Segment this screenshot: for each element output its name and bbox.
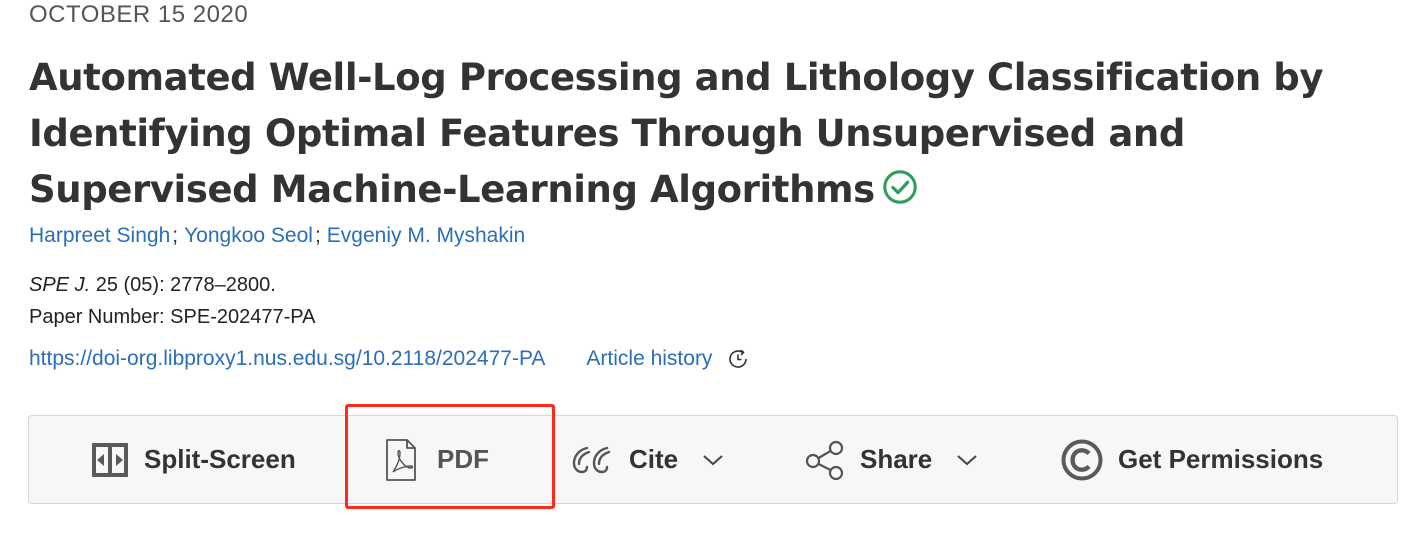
article-title: Automated Well-Log Processing and Lithol… bbox=[29, 50, 1359, 218]
journal-details: 25 (05): 2778–2800. bbox=[90, 274, 276, 296]
pdf-label: PDF bbox=[437, 444, 489, 474]
split-screen-button[interactable]: Split-Screen bbox=[90, 416, 296, 503]
share-button[interactable]: Share bbox=[804, 416, 978, 503]
split-screen-icon bbox=[92, 442, 128, 477]
author-separator: ; bbox=[314, 224, 321, 247]
journal-reference: SPE J. 25 (05): 2778–2800. bbox=[29, 269, 315, 301]
publication-date: OCTOBER 15 2020 bbox=[29, 1, 249, 28]
article-history-label: Article history bbox=[586, 347, 713, 370]
author-link[interactable]: Evgeniy M. Myshakin bbox=[327, 224, 525, 247]
share-icon bbox=[805, 440, 844, 480]
article-links: https://doi-org.libproxy1.nus.edu.sg/10.… bbox=[29, 347, 750, 371]
copyright-icon bbox=[1061, 439, 1103, 480]
article-toolbar: Split-Screen PDF Cite Share Get Permissi… bbox=[28, 415, 1398, 504]
author-separator: ; bbox=[172, 224, 179, 247]
pdf-file-icon bbox=[386, 438, 416, 481]
chevron-down-icon bbox=[703, 454, 723, 465]
paper-number: Paper Number: SPE-202477-PA bbox=[29, 306, 316, 328]
citation-info: SPE J. 25 (05): 2778–2800. Paper Number:… bbox=[29, 269, 315, 333]
share-label: Share bbox=[860, 444, 933, 474]
article-history-link[interactable]: Article history bbox=[586, 347, 750, 371]
cite-label: Cite bbox=[629, 444, 679, 474]
chevron-down-icon bbox=[957, 454, 977, 465]
history-clock-icon bbox=[729, 349, 748, 368]
author-list: Harpreet Singh; Yongkoo Seol; Evgeniy M. M… bbox=[29, 224, 525, 248]
journal-name: SPE J. bbox=[29, 274, 91, 296]
pdf-button[interactable]: PDF bbox=[383, 416, 489, 503]
get-permissions-label: Get Permissions bbox=[1118, 444, 1324, 474]
split-screen-label: Split-Screen bbox=[144, 444, 296, 474]
author-link[interactable]: Harpreet Singh bbox=[29, 224, 170, 247]
check-circle-icon bbox=[883, 170, 917, 204]
author-link[interactable]: Yongkoo Seol bbox=[184, 224, 313, 247]
quote-icon bbox=[572, 446, 611, 473]
get-permissions-button[interactable]: Get Permissions bbox=[1060, 416, 1323, 503]
cite-button[interactable]: Cite bbox=[571, 416, 724, 503]
article-title-text: Automated Well-Log Processing and Lithol… bbox=[29, 56, 1324, 211]
doi-link[interactable]: https://doi-org.libproxy1.nus.edu.sg/10.… bbox=[29, 347, 545, 371]
